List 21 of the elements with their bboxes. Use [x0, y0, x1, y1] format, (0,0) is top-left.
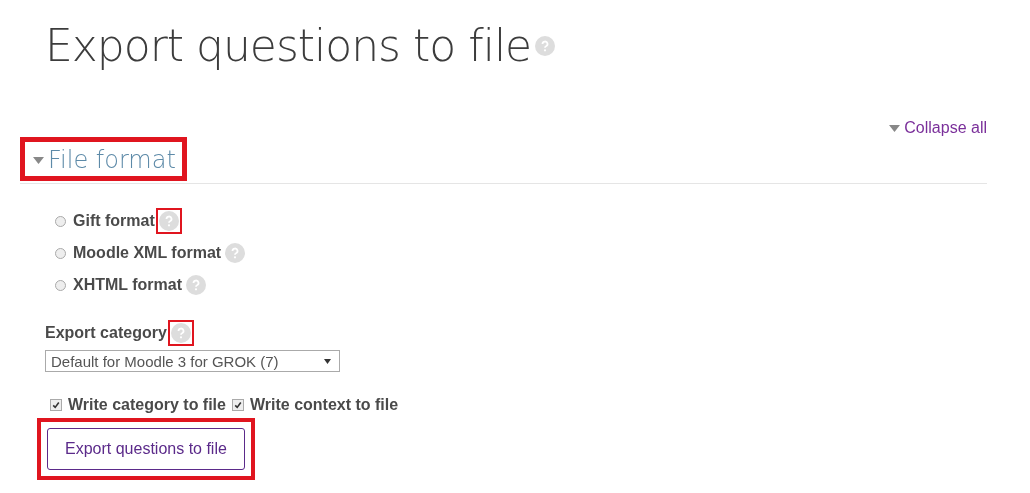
checkbox-label: Write category to file	[68, 396, 226, 414]
checkbox-label: Write context to file	[249, 396, 399, 414]
collapse-all-link[interactable]: Collapse all	[889, 119, 987, 137]
caret-icon	[889, 124, 901, 132]
help-icon[interactable]	[155, 208, 182, 234]
page-title: Export questions to file	[45, 20, 532, 71]
checkbox[interactable]	[231, 399, 244, 411]
radio-button[interactable]	[55, 247, 66, 259]
format-label: Moodle XML format	[73, 244, 222, 262]
radio-button[interactable]	[55, 279, 66, 291]
category-select[interactable]: Default for Moodle 3 for GROK (7)	[45, 350, 340, 372]
caret-icon	[33, 156, 44, 164]
format-label: Gift format	[73, 212, 155, 230]
field-label: Export category	[45, 324, 167, 342]
radio-button[interactable]	[55, 215, 66, 227]
format-label: XHTML format	[73, 276, 183, 294]
checkbox[interactable]	[50, 399, 62, 411]
caret-icon	[324, 358, 331, 364]
export-button[interactable]: Export questions to file	[47, 428, 245, 470]
help-icon[interactable]	[167, 320, 194, 346]
section-header[interactable]: File format	[20, 137, 187, 181]
